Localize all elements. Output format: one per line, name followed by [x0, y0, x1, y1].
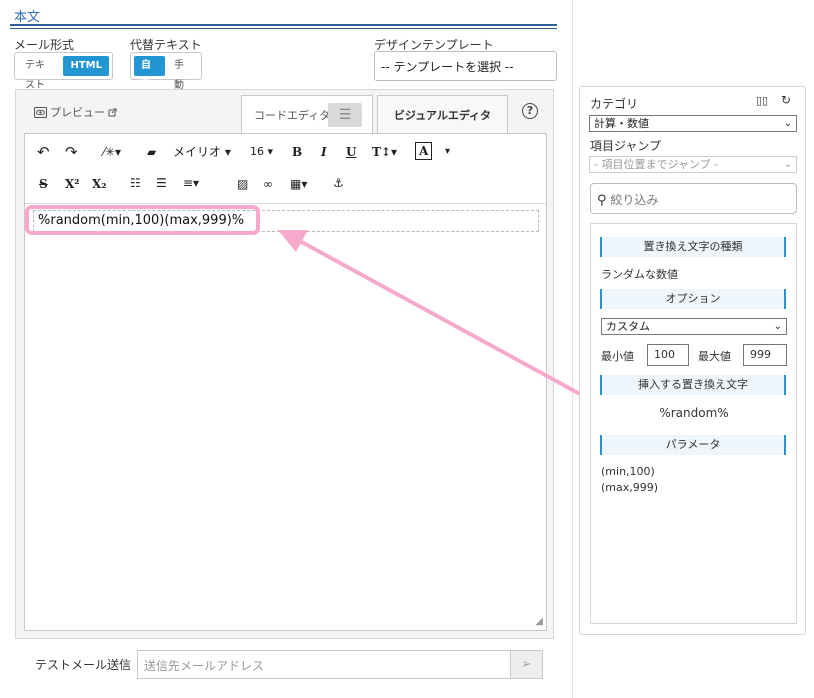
category-value: 計算・数値 [594, 117, 649, 130]
min-label: 最小値 [601, 350, 634, 363]
type-value: ランダムな数値 [601, 268, 678, 281]
jump-value: - 項目位置までジャンプ - [594, 158, 719, 171]
max-input[interactable]: 999 [743, 344, 787, 366]
search-icon: ⚲ [597, 193, 607, 208]
replacement-detail: 置き換え文字の種類 ランダムな数値 オプション カスタム ⌄ 最小値 100 最… [590, 223, 797, 624]
insert-heading: 挿入する置き換え文字 [600, 375, 786, 395]
category-select[interactable]: 計算・数値 ⌄ [589, 115, 797, 132]
option-value: カスタム [606, 320, 650, 333]
jump-select[interactable]: - 項目位置までジャンプ - ⌄ [589, 156, 797, 173]
category-label: カテゴリ [590, 97, 639, 111]
param-min: (min,100) [601, 465, 655, 478]
jump-label: 項目ジャンプ [590, 139, 662, 153]
chevron-down-icon: ⌄ [773, 321, 782, 332]
filter-input[interactable]: ⚲ 絞り込み [590, 183, 797, 214]
send-button[interactable]: ➢ [510, 650, 543, 679]
test-mail-label: テストメール送信 [35, 658, 132, 672]
refresh-icon[interactable]: ↻ [781, 93, 791, 107]
max-label: 最大値 [698, 350, 731, 363]
filter-placeholder: 絞り込み [610, 193, 659, 207]
option-heading: オプション [600, 289, 786, 309]
param-heading: パラメータ [600, 435, 786, 455]
option-select[interactable]: カスタム ⌄ [601, 318, 787, 335]
chevron-down-icon: ⌄ [783, 159, 792, 170]
test-mail-input[interactable]: 送信先メールアドレス [137, 650, 510, 679]
insert-value[interactable]: %random% [601, 406, 787, 420]
type-heading: 置き換え文字の種類 [600, 237, 786, 257]
replacement-panel: カテゴリ ▯▯ ↻ 計算・数値 ⌄ 項目ジャンプ - 項目位置までジャンプ - … [579, 86, 806, 635]
book-icon[interactable]: ▯▯ [756, 94, 768, 107]
param-max: (max,999) [601, 481, 659, 494]
send-icon: ➢ [521, 657, 532, 672]
chevron-down-icon: ⌄ [783, 118, 792, 129]
min-input[interactable]: 100 [647, 344, 689, 366]
